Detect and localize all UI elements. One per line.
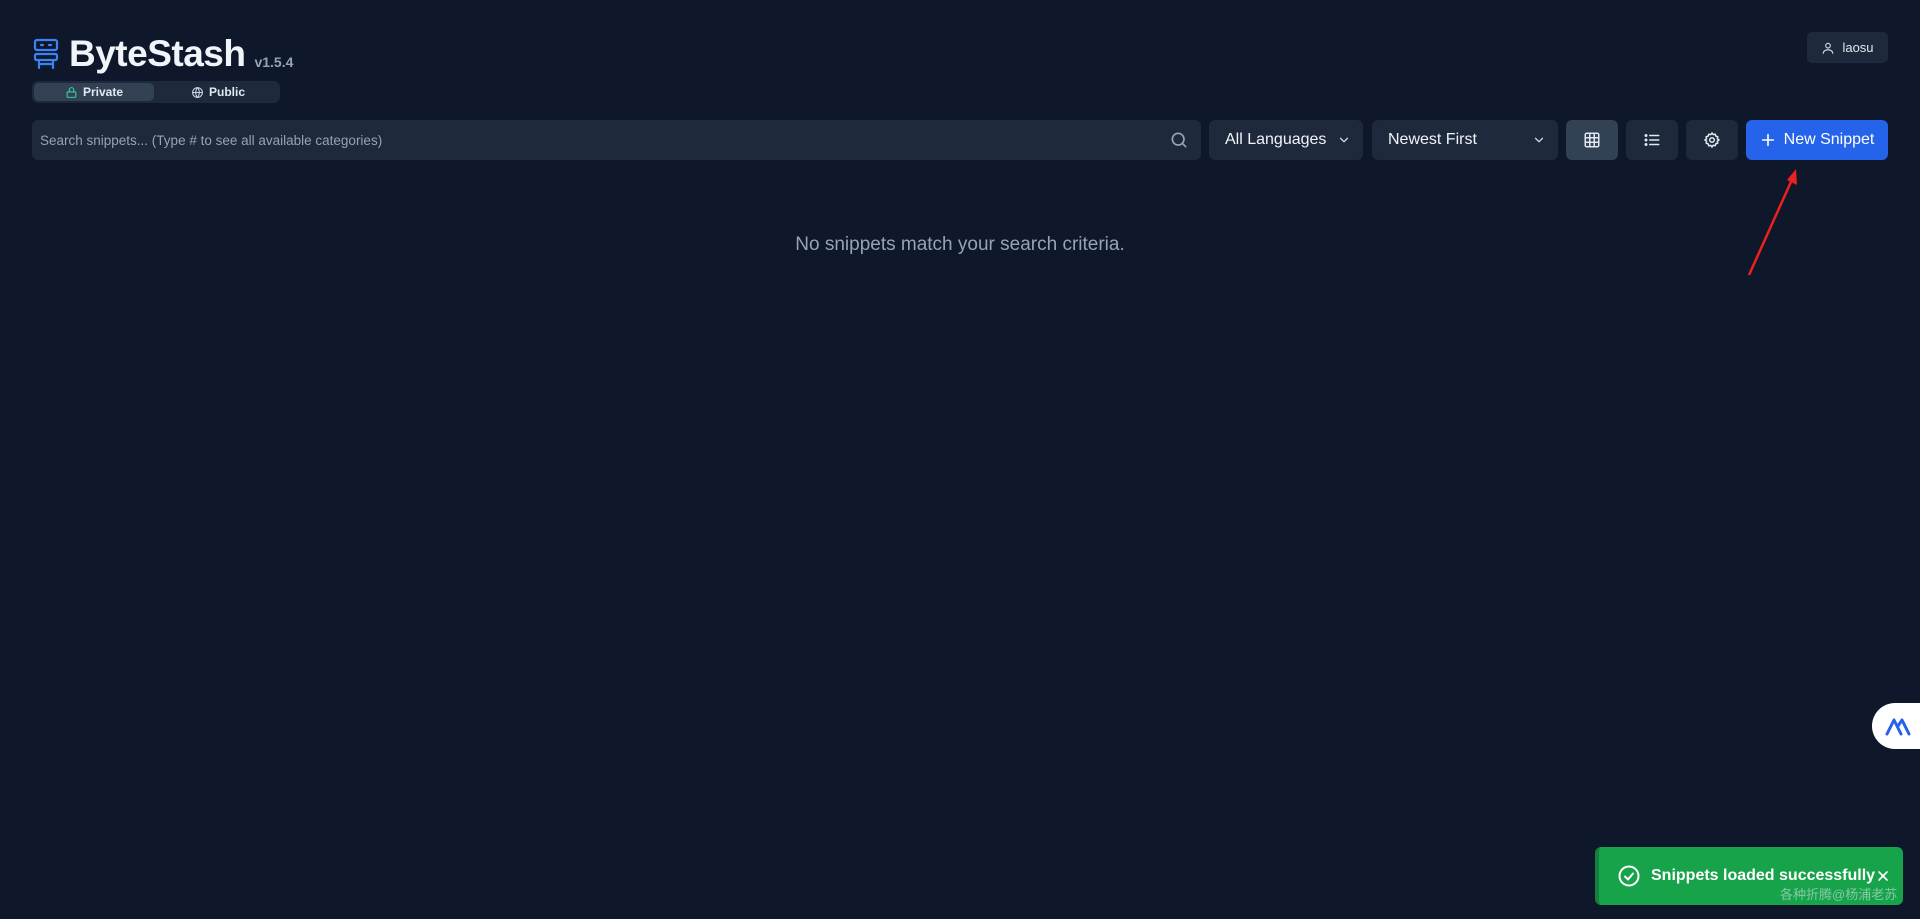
check-circle-icon — [1618, 865, 1640, 887]
plus-icon — [1761, 133, 1774, 147]
toast-message: Snippets loaded successfully — [1651, 867, 1876, 884]
sort-select-value: Newest First — [1388, 131, 1477, 148]
sort-select[interactable]: Newest First — [1372, 120, 1558, 160]
empty-state-message: No snippets match your search criteria. — [795, 234, 1125, 255]
language-select-value: All Languages — [1225, 131, 1327, 148]
app-root: ByteStash v1.5.4 Private Public laosu Se… — [0, 0, 1920, 919]
watermark: 各种折腾@杨浦老苏 — [1780, 887, 1898, 902]
new-snippet-label: New Snippet — [1783, 131, 1875, 148]
annotation-arrow-icon — [1747, 169, 1797, 276]
tab-public-label: Public — [208, 85, 245, 99]
assistant-logo-icon — [1885, 718, 1911, 736]
close-icon[interactable] — [1877, 870, 1889, 882]
username: laosu — [1842, 40, 1874, 55]
chevron-down-icon — [1534, 137, 1544, 143]
language-select[interactable]: All Languages — [1209, 120, 1363, 160]
lock-icon — [66, 86, 77, 98]
floating-assistant-button[interactable] — [1872, 703, 1920, 749]
user-icon — [1823, 42, 1834, 54]
search-icon[interactable] — [1169, 130, 1189, 150]
tab-public[interactable]: Public — [158, 83, 278, 101]
archive-box-icon — [33, 38, 59, 70]
gear-icon — [1704, 132, 1720, 148]
settings-button[interactable] — [1686, 120, 1738, 160]
search-input[interactable] — [32, 119, 1169, 161]
new-snippet-button[interactable]: New Snippet — [1746, 120, 1888, 160]
list-view-button[interactable] — [1626, 120, 1678, 160]
visibility-toggle: Private Public — [32, 81, 280, 103]
globe-icon — [192, 86, 203, 98]
tab-private-label: Private — [82, 85, 124, 99]
app-version: v1.5.4 — [254, 54, 294, 70]
chevron-down-icon — [1339, 137, 1349, 143]
user-menu-button[interactable]: laosu — [1807, 32, 1888, 63]
tab-private[interactable]: Private — [34, 83, 154, 101]
app-title: ByteStash — [69, 33, 246, 74]
grid-view-button[interactable] — [1566, 120, 1618, 160]
grid-icon — [1584, 132, 1600, 148]
search-box — [32, 119, 1201, 161]
list-icon — [1644, 134, 1660, 146]
brand: ByteStash v1.5.4 — [33, 34, 293, 74]
